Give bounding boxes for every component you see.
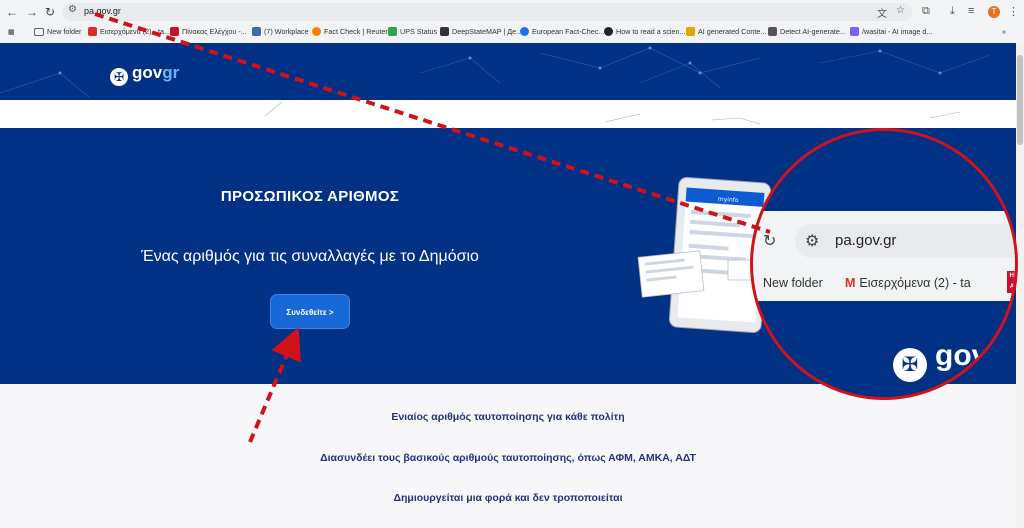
translate-icon[interactable]: 文 bbox=[877, 5, 887, 20]
band-pattern bbox=[264, 101, 961, 125]
zoom-callout: ↻ ⚙ pa.gov.gr New folder M Εισερχόμενα (2… bbox=[750, 128, 1018, 400]
bookmark-item[interactable]: How to read a scien... bbox=[604, 27, 686, 36]
bookmark-item[interactable]: Fact Check | Reuters bbox=[312, 27, 391, 36]
greek-emblem-icon: ✠ bbox=[110, 68, 128, 86]
address-bar[interactable]: ⚙ pa.gov.gr 文 ☆ bbox=[62, 3, 912, 21]
detect-ai-icon bbox=[768, 27, 777, 36]
scrollbar-thumb[interactable] bbox=[1017, 55, 1023, 145]
hero-title: ΠΡΟΣΩΠΙΚΟΣ ΑΡΙΘΜΟΣ bbox=[220, 188, 400, 205]
downloads-icon[interactable]: ⤓ bbox=[950, 5, 955, 18]
reload-icon[interactable]: ↻ bbox=[42, 4, 58, 20]
bookmark-item[interactable]: DeepStateMAP | Де... bbox=[440, 27, 522, 36]
zoom-greek-emblem-icon: ✠ bbox=[893, 348, 927, 382]
forward-arrow-icon[interactable]: → bbox=[24, 4, 40, 20]
bookmark-item[interactable]: /wasitai - AI image d... bbox=[850, 27, 932, 36]
media-control-icon[interactable]: ≡ bbox=[968, 5, 974, 17]
workplace-icon bbox=[252, 27, 261, 36]
bookmarks-bar: ▦ New folder Εισερχόμενα (2) - ta... Πίν… bbox=[0, 25, 1024, 42]
govgr-logo[interactable]: ✠ govgr bbox=[110, 63, 179, 86]
header-divider-band bbox=[0, 100, 1016, 128]
bookmark-item[interactable]: Πίνακας Ελέγχου -... bbox=[170, 27, 247, 36]
zoom-site-settings-icon: ⚙ bbox=[805, 233, 820, 250]
feature-text: Δημιουργείται μια φορά και δεν τροποποιε… bbox=[393, 492, 623, 504]
more-bookmarks-icon[interactable]: » bbox=[1002, 27, 1006, 36]
reuters-icon bbox=[312, 27, 321, 36]
bookmark-item[interactable]: Detect AI-generate... bbox=[768, 27, 846, 36]
bookmark-item[interactable]: (7) Workplace bbox=[252, 27, 309, 36]
login-button[interactable]: Συνδεθείτε > bbox=[270, 294, 350, 329]
zoom-address-bar bbox=[795, 224, 1015, 258]
apps-grid-icon[interactable]: ▦ bbox=[8, 27, 15, 36]
ups-icon bbox=[388, 27, 397, 36]
bookmark-star-icon[interactable]: ☆ bbox=[896, 5, 905, 16]
globe-icon bbox=[604, 27, 613, 36]
efcsn-icon bbox=[520, 27, 529, 36]
site-settings-icon[interactable]: ⚙ bbox=[68, 4, 77, 15]
zoom-reload-icon: ↻ bbox=[763, 233, 777, 250]
bookmark-item[interactable]: AI generated Conte... bbox=[686, 27, 766, 36]
zoom-gmail-icon: M bbox=[845, 276, 856, 290]
bookmark-item[interactable]: New folder bbox=[34, 27, 81, 36]
site-favicon-icon bbox=[170, 27, 179, 36]
folder-icon bbox=[34, 28, 44, 36]
gmail-icon bbox=[88, 27, 97, 36]
tablet-app-label: myinfo bbox=[718, 196, 739, 204]
feature-text: Διασυνδέει τους βασικούς αριθμούς ταυτοπ… bbox=[320, 452, 696, 464]
hero-subtitle: Ένας αριθμός για τις συναλλαγές με το Δη… bbox=[141, 248, 479, 265]
zoom-bookmark-folder: New folder bbox=[763, 276, 823, 290]
zoom-govgr-logo: ✠ gov bbox=[893, 339, 988, 382]
zoom-bookmark-gmail: M Εισερχόμενα (2) - ta bbox=[845, 276, 971, 290]
back-arrow-icon[interactable]: ← bbox=[4, 4, 20, 20]
page-scrollbar[interactable] bbox=[1016, 43, 1024, 528]
feature-text: Ενιαίος αριθμός ταυτοποίησης για κάθε πο… bbox=[391, 411, 625, 423]
profile-avatar[interactable]: T bbox=[988, 6, 1000, 18]
bookmark-item[interactable]: Εισερχόμενα (2) - ta... bbox=[88, 27, 170, 36]
browser-chrome: ← → ↻ ⚙ pa.gov.gr 文 ☆ ⧉ ⤓ ≡ T ⋮ ▦ New fo… bbox=[0, 0, 1024, 44]
ai-content-icon bbox=[686, 27, 695, 36]
bookmark-item[interactable]: European Fact-Chec... bbox=[520, 27, 604, 36]
address-url: pa.gov.gr bbox=[84, 6, 121, 16]
browser-toolbar: ← → ↻ ⚙ pa.gov.gr 文 ☆ ⧉ ⤓ ≡ T ⋮ bbox=[0, 0, 1024, 24]
menu-kebab-icon[interactable]: ⋮ bbox=[1008, 5, 1019, 18]
deepstate-icon bbox=[440, 27, 449, 36]
zoom-url: pa.gov.gr bbox=[835, 232, 897, 249]
wasitai-icon bbox=[850, 27, 859, 36]
site-header: ✠ govgr bbox=[0, 43, 1016, 100]
extensions-icon[interactable]: ⧉ bbox=[922, 5, 930, 18]
bookmark-item[interactable]: UPS Status bbox=[388, 27, 437, 36]
